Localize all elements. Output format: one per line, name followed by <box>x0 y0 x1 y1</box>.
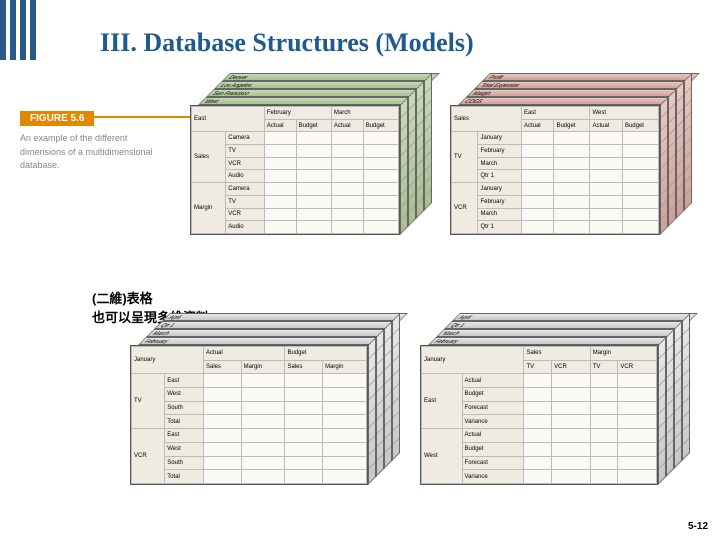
cube3-layer-feb: February <box>138 337 384 345</box>
figure-number: FIGURE 5.6 <box>20 111 94 126</box>
cube1-layer-denver: Denver <box>222 73 440 81</box>
cube1-front-table: EastFebruaryMarch ActualBudgetActualBudg… <box>190 105 400 235</box>
cube3-front-table: JanuaryActualBudget SalesMarginSalesMarg… <box>130 345 368 485</box>
note-line-1: (二維)表格 <box>92 288 209 307</box>
cube2-layer-profit: Profit <box>482 73 700 81</box>
cube-diagram-3: April Qtr 1 March February JanuaryActual… <box>130 345 368 485</box>
figure-description: An example of the different dimensions o… <box>20 132 170 173</box>
cube1-layer-sf: San Francisco <box>206 89 424 97</box>
cube4-layer-qtr1: Qtr 1 <box>444 321 690 329</box>
cube4-layer-feb: February <box>428 337 674 345</box>
decorative-stripes <box>0 0 40 60</box>
cube-diagram-4: April Qtr 1 March February JanuarySalesM… <box>420 345 658 485</box>
page-title: III. Database Structures (Models) <box>100 28 474 58</box>
page-number: 5-12 <box>688 521 708 532</box>
cube1-layer-west: West <box>198 97 416 105</box>
cube4-layer-march: March <box>436 329 682 337</box>
cube2-layer-margin: Margin <box>466 89 684 97</box>
cube4-front-table: JanuarySalesMargin TVVCRTVVCR EastActual… <box>420 345 658 485</box>
cube1-layer-la: Los Angeles <box>214 81 432 89</box>
cube2-layer-cogs: COGS <box>458 97 676 105</box>
cube3-layer-qtr1: Qtr 1 <box>154 321 400 329</box>
cube-diagram-1: Denver Los Angeles San Francisco West Ea… <box>190 105 400 235</box>
cube3-layer-april: April <box>162 313 408 321</box>
cube3-layer-march: March <box>146 329 392 337</box>
cube4-layer-april: April <box>452 313 698 321</box>
cube2-front-table: SalesEastWest ActualBudgetActualBudget T… <box>450 105 660 235</box>
cube2-layer-expenses: Total Expenses <box>474 81 692 89</box>
cube-diagram-2: Profit Total Expenses Margin COGS SalesE… <box>450 105 660 235</box>
figure-label: FIGURE 5.6 An example of the different d… <box>20 108 214 173</box>
